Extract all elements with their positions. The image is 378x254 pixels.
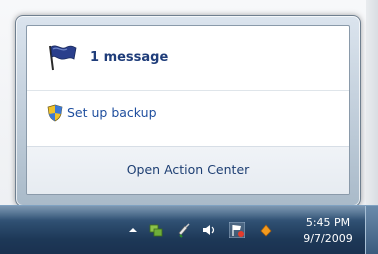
action-center-flyout: 1 message Set up backup Open Action Cent… <box>15 15 361 207</box>
shield-icon <box>47 104 63 122</box>
power-icon[interactable] <box>176 222 192 238</box>
action-center-flag-icon <box>49 45 77 71</box>
window-edge <box>366 0 378 205</box>
flyout-panel: 1 message Set up backup Open Action Cent… <box>26 25 350 195</box>
show-desktop-button[interactable] <box>365 206 378 254</box>
chevron-up-icon[interactable] <box>125 222 141 238</box>
clock-date[interactable]: 9/7/2009 <box>297 232 359 245</box>
volume-icon[interactable] <box>201 222 217 238</box>
taskbar: 5:45 PM 9/7/2009 <box>0 205 378 254</box>
message-summary-row[interactable]: 1 message <box>27 26 349 91</box>
action-center-tray-flag-icon[interactable] <box>229 222 245 238</box>
set-up-backup-item[interactable]: Set up backup <box>27 91 349 135</box>
set-up-backup-link[interactable]: Set up backup <box>67 105 157 120</box>
message-count-label: 1 message <box>90 50 169 65</box>
flyout-footer: Open Action Center <box>27 146 349 194</box>
orange-app-icon[interactable] <box>258 222 274 238</box>
open-action-center-link[interactable]: Open Action Center <box>27 162 349 177</box>
clock-time[interactable]: 5:45 PM <box>297 216 359 229</box>
network-icon[interactable] <box>148 222 164 238</box>
